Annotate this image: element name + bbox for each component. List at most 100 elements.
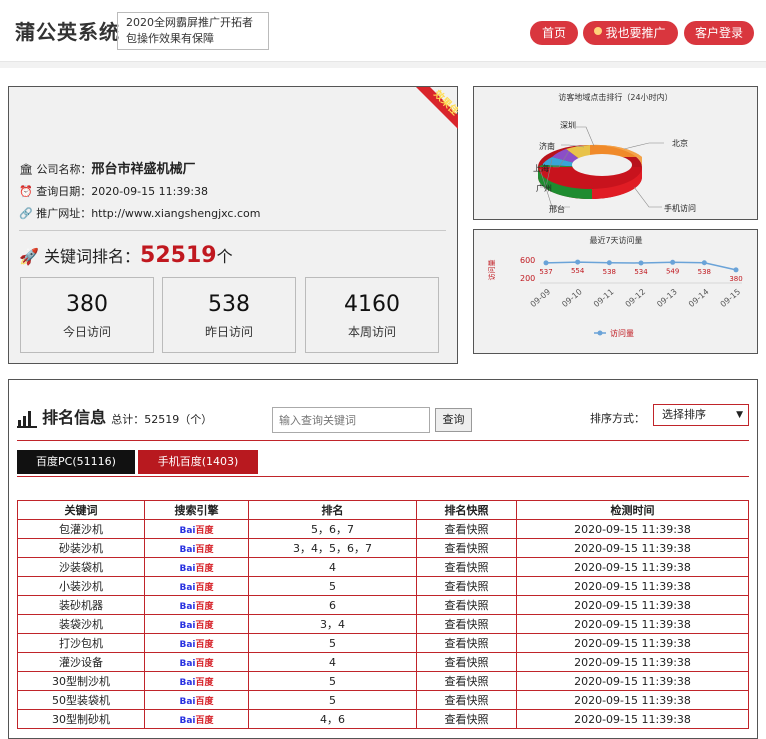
stat-week-label: 本周访问: [347, 325, 396, 339]
visits-line-chart: 最近7天访问量 访问量 600 200 537 09-09 554 09-10 538 09-…: [487, 235, 743, 338]
promo-url-label: 推广网址：: [36, 207, 92, 220]
cell-keyword: 打沙包机: [17, 633, 145, 653]
data-point[interactable]: [638, 260, 644, 266]
bank-icon: 🏛: [19, 163, 33, 176]
col-keyword: 关键词: [17, 500, 145, 520]
site-logo[interactable]: 蒲公英系统: [15, 16, 120, 45]
cell-check-time: 2020-09-15 11:39:38: [516, 671, 749, 691]
cell-snapshot-link[interactable]: 查看快照: [416, 557, 517, 577]
x-tick-label: 09-13: [655, 287, 679, 309]
cell-keyword: 砂装沙机: [17, 538, 145, 558]
legend-dot-marker: [597, 330, 603, 336]
pie-label-guangzhou: 广州: [536, 183, 552, 193]
keyword-search-input[interactable]: [272, 407, 430, 433]
header-divider: [0, 62, 766, 68]
stat-yesterday-value: 538: [208, 292, 250, 317]
cell-snapshot-link[interactable]: 查看快照: [416, 671, 517, 691]
cell-snapshot-link[interactable]: 查看快照: [416, 652, 517, 672]
pie-label-mobile: 手机访问: [664, 203, 696, 213]
nav-login-button[interactable]: 客户登录: [684, 21, 754, 45]
nav-promote-label: 我也要推广: [605, 26, 666, 40]
cell-keyword: 装袋沙机: [17, 614, 145, 634]
nav-promote-button[interactable]: 我也要推广: [583, 21, 678, 45]
cell-keyword: 灌沙设备: [17, 652, 145, 672]
pie-label-xingtai: 邢台: [549, 204, 565, 214]
cell-check-time: 2020-09-15 11:39:38: [516, 576, 749, 596]
keyword-search-button[interactable]: 查询: [435, 408, 472, 432]
link-icon: 🔗: [19, 207, 33, 220]
stat-week: 4160 本周访问: [305, 277, 439, 353]
cell-snapshot-link[interactable]: 查看快照: [416, 576, 517, 596]
baidu-logo-icon: Bai百度: [179, 620, 214, 631]
nav-home-button[interactable]: 首页: [530, 21, 578, 45]
user-icon: [594, 27, 602, 35]
ranking-header: 排名信息 总计：52519（个）: [17, 404, 212, 428]
pie-label-jinan: 济南: [539, 141, 555, 151]
query-date-row: ⏰ 查询日期：2020-09-15 11:39:38: [19, 183, 208, 199]
table-row: 砂装沙机 Bai百度 3，4，5，6，7 查看快照 2020-09-15 11:39:3…: [17, 538, 749, 558]
cell-snapshot-link[interactable]: 查看快照: [416, 538, 517, 558]
cell-snapshot-link[interactable]: 查看快照: [416, 595, 517, 615]
cell-engine: Bai百度: [144, 671, 249, 691]
cell-engine: Bai百度: [144, 519, 249, 539]
tab-baidu-mobile[interactable]: 手机百度(1403): [138, 450, 258, 474]
tab-baidu-pc[interactable]: 百度PC(51116): [17, 450, 135, 474]
data-label: 554: [571, 267, 585, 275]
data-point[interactable]: [543, 260, 549, 266]
x-tick-label: 09-10: [560, 287, 584, 309]
table-row: 包灌沙机 Bai百度 5，6，7 查看快照 2020-09-15 11:39:38: [17, 519, 749, 539]
cell-rank: 5: [248, 671, 417, 691]
stat-today: 380 今日访问: [20, 277, 154, 353]
data-label: 537: [539, 268, 552, 276]
data-point[interactable]: [670, 259, 676, 265]
keyword-rank-unit: 个: [216, 247, 233, 266]
data-point[interactable]: [606, 260, 612, 266]
cell-rank: 5，6，7: [248, 519, 417, 539]
baidu-logo-icon: Bai百度: [179, 601, 214, 612]
x-tick-label: 09-15: [719, 287, 743, 309]
region-pie-panel: 访客地域点击排行（24小时内） 深圳 济南 上海 广州 邢台 北京 手机访问: [473, 86, 758, 220]
cell-engine: Bai百度: [144, 538, 249, 558]
cell-keyword: 沙装袋机: [17, 557, 145, 577]
data-label: 538: [698, 268, 711, 276]
x-tick-label: 09-09: [529, 287, 553, 309]
cell-check-time: 2020-09-15 11:39:38: [516, 633, 749, 653]
cell-check-time: 2020-09-15 11:39:38: [516, 709, 749, 729]
table-row: 灌沙设备 Bai百度 4 查看快照 2020-09-15 11:39:38: [17, 652, 749, 672]
sort-select[interactable]: 选择排序 ▼: [653, 404, 749, 426]
query-date: 2020-09-15 11:39:38: [91, 185, 209, 198]
cell-snapshot-link[interactable]: 查看快照: [416, 614, 517, 634]
baidu-logo-icon: Bai百度: [179, 677, 214, 688]
cell-engine: Bai百度: [144, 576, 249, 596]
cell-snapshot-link[interactable]: 查看快照: [416, 633, 517, 653]
cell-check-time: 2020-09-15 11:39:38: [516, 519, 749, 539]
cell-rank: 3，4，5，6，7: [248, 538, 417, 558]
cell-snapshot-link[interactable]: 查看快照: [416, 690, 517, 710]
line-chart-legend[interactable]: 访问量: [610, 328, 634, 338]
cell-keyword: 小装沙机: [17, 576, 145, 596]
data-point[interactable]: [733, 267, 739, 273]
cell-snapshot-link[interactable]: 查看快照: [416, 519, 517, 539]
cell-snapshot-link[interactable]: 查看快照: [416, 709, 517, 729]
cell-rank: 4，6: [248, 709, 417, 729]
baidu-logo-icon: Bai百度: [179, 563, 214, 574]
promo-url[interactable]: http://www.xiangshengjxc.com: [91, 207, 260, 220]
promo-url-row: 🔗 推广网址：http://www.xiangshengjxc.com: [19, 205, 260, 221]
keyword-rank-count: 52519: [140, 243, 217, 268]
keyword-rank-label: 关键词排名：: [44, 247, 141, 266]
keyword-rank-row: 🚀 关键词排名：52519个: [19, 243, 233, 268]
ranking-title: 排名信息: [42, 408, 107, 427]
cell-rank: 5: [248, 633, 417, 653]
table-row: 打沙包机 Bai百度 5 查看快照 2020-09-15 11:39:38: [17, 633, 749, 653]
data-point[interactable]: [575, 259, 581, 265]
pie-label-shenzhen: 深圳: [560, 120, 576, 130]
x-tick-label: 09-12: [624, 287, 648, 309]
col-snapshot: 排名快照: [416, 500, 517, 520]
baidu-logo-icon: Bai百度: [179, 639, 214, 650]
line-chart-title: 最近7天访问量: [589, 235, 642, 245]
table-row: 装袋沙机 Bai百度 3，4 查看快照 2020-09-15 11:39:38: [17, 614, 749, 634]
table-row: 沙装袋机 Bai百度 4 查看快照 2020-09-15 11:39:38: [17, 557, 749, 577]
rocket-icon: 🚀: [19, 247, 39, 266]
data-point[interactable]: [701, 260, 707, 266]
pie-label-beijing: 北京: [672, 138, 688, 148]
